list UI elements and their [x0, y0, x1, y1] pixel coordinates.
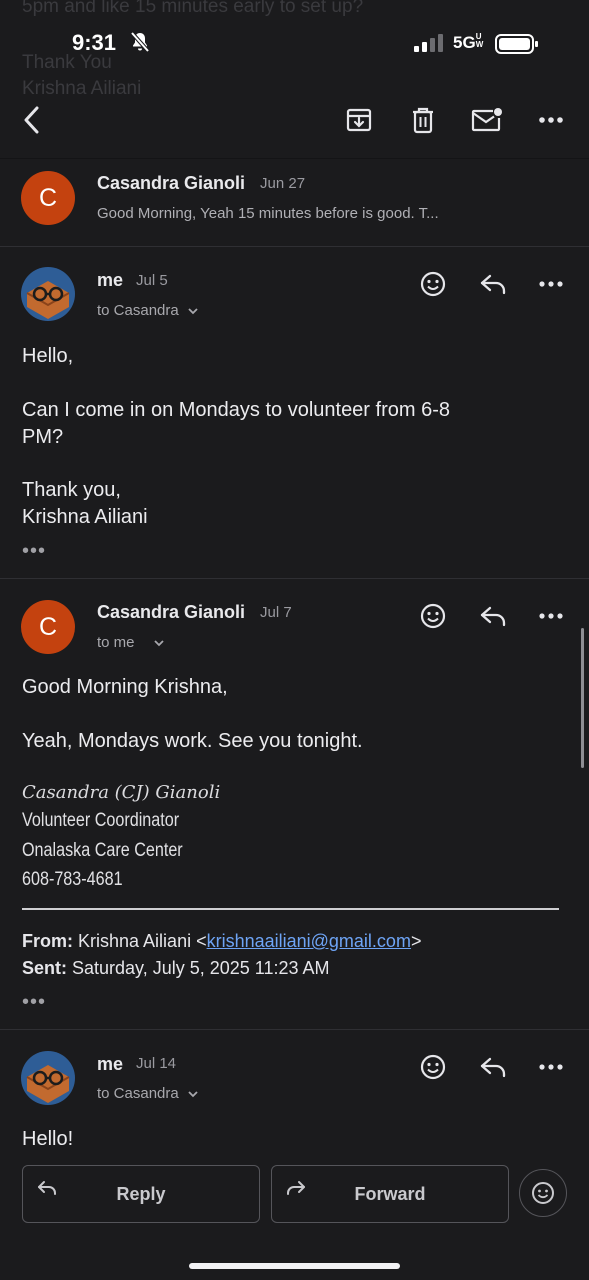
add-reaction-button[interactable]: [413, 596, 453, 636]
message-more-button[interactable]: [530, 264, 572, 304]
quoted-from-label: From:: [22, 931, 73, 951]
add-reaction-button[interactable]: [413, 264, 453, 304]
sender-name: me: [97, 1054, 124, 1074]
message-more-button[interactable]: [530, 1047, 572, 1087]
delete-button[interactable]: [402, 100, 444, 140]
message-date: Jul 7: [260, 604, 292, 621]
recipient-toggle[interactable]: to Casandra: [97, 1085, 199, 1102]
recipient-label: to Casandra: [97, 302, 179, 319]
archive-icon: [346, 108, 372, 132]
avatar: C: [21, 171, 75, 225]
ghost-text-line: Krishna Ailiani: [22, 78, 142, 99]
emoji-icon: [420, 1054, 446, 1080]
more-horizontal-icon: [539, 117, 563, 123]
emoji-icon: [420, 603, 446, 629]
avatar: C: [21, 600, 75, 654]
sender-name: Casandra Gianoli: [97, 173, 246, 193]
show-trimmed-content-button[interactable]: •••: [22, 991, 46, 1014]
message-collapsed[interactable]: [0, 160, 589, 246]
recipient-toggle[interactable]: to me: [97, 634, 165, 651]
reply-icon: [480, 606, 506, 627]
sender-name: me: [97, 270, 124, 290]
signature-phone[interactable]: 608-783-4681: [22, 869, 123, 891]
battery-icon: [495, 34, 538, 54]
reply-button[interactable]: [472, 264, 514, 304]
divider: [0, 1029, 589, 1030]
message-date: Jun 27: [260, 175, 306, 192]
avatar: [21, 267, 75, 326]
ghost-text-line: Thank You: [22, 52, 112, 73]
reply-all-button[interactable]: Reply: [22, 1165, 260, 1223]
emoji-icon: [420, 271, 446, 297]
home-indicator[interactable]: [189, 1263, 400, 1269]
recipient-label: to me: [97, 634, 135, 651]
mark-unread-button[interactable]: [466, 100, 508, 140]
add-reaction-button[interactable]: [413, 1047, 453, 1087]
reply-icon: [480, 274, 506, 295]
trash-icon: [413, 107, 433, 134]
quoted-from-name: Krishna Ailiani <: [78, 931, 207, 951]
show-trimmed-content-button[interactable]: •••: [22, 540, 46, 563]
archive-button[interactable]: [338, 100, 380, 140]
recipient-toggle[interactable]: to Casandra: [97, 302, 199, 319]
reply-icon: [480, 1057, 506, 1078]
reply-button[interactable]: [472, 596, 514, 636]
forward-label: Forward: [354, 1184, 426, 1204]
cellular-signal-icon: [414, 34, 443, 52]
toolbar-divider: [0, 158, 589, 159]
quoted-sent: Sent: Saturday, July 5, 2025 11:23 AM: [22, 958, 330, 979]
network-type: 5GUW: [453, 33, 486, 53]
quoted-from: From: Krishna Ailiani <krishnaailiani@gm…: [22, 931, 421, 952]
message-body-line: Thank you,: [22, 479, 121, 501]
back-button[interactable]: [12, 100, 52, 140]
message-body-line: Good Morning Krishna,: [22, 676, 228, 698]
more-options-button[interactable]: [530, 100, 572, 140]
network-suffix: UW: [475, 32, 484, 49]
message-body-line: Hello!: [22, 1128, 74, 1150]
signature-title: Volunteer Coordinator: [22, 810, 180, 831]
chevron-down-icon: [188, 308, 198, 315]
quoted-separator: [22, 908, 559, 910]
more-horizontal-icon: [539, 1064, 563, 1070]
forward-button[interactable]: Forward: [271, 1165, 509, 1223]
divider: [0, 246, 589, 247]
divider: [0, 578, 589, 579]
quoted-from-close: >: [410, 931, 422, 951]
signature-org: Onalaska Care Center: [22, 840, 183, 861]
more-horizontal-icon: [539, 281, 563, 287]
scrollbar-thumb[interactable]: [581, 628, 584, 768]
react-emoji-button[interactable]: [519, 1169, 567, 1217]
quoted-sent-value: Saturday, July 5, 2025 11:23 AM: [72, 958, 330, 978]
ghost-text-line: 5pm and like 15 minutes early to set up?: [22, 0, 364, 17]
sender-name: Casandra Gianoli: [97, 602, 246, 622]
chevron-down-icon: [188, 1091, 198, 1098]
chevron-down-icon: [154, 640, 164, 647]
quoted-sent-label: Sent:: [22, 958, 67, 978]
mail-unread-icon: [471, 108, 502, 132]
chevron-left-icon: [24, 106, 39, 134]
message-date: Jul 14: [136, 1055, 177, 1072]
message-body-line: Yeah, Mondays work. See you tonight.: [22, 730, 363, 752]
message-body-line: Hello,: [22, 345, 74, 367]
message-body-line: PM?: [22, 426, 64, 448]
avatar: [21, 1051, 75, 1110]
reply-label: Reply: [116, 1184, 166, 1204]
signature-script-name: Casandra (CJ) Gianoli: [22, 782, 221, 803]
message-more-button[interactable]: [530, 596, 572, 636]
recipient-label: to Casandra: [97, 1085, 179, 1102]
message-snippet: Good Morning, Yeah 15 minutes before is …: [97, 205, 439, 222]
bell-off-icon: [130, 31, 150, 53]
message-body-line: Krishna Ailiani: [22, 506, 148, 528]
reply-button[interactable]: [472, 1047, 514, 1087]
message-date: Jul 5: [136, 272, 168, 289]
emoji-react-icon: [532, 1182, 554, 1204]
more-horizontal-icon: [539, 613, 563, 619]
quoted-email-link[interactable]: krishnaailiani@gmail.com: [207, 931, 411, 951]
message-body-line: Can I come in on Mondays to volunteer fr…: [22, 399, 450, 421]
